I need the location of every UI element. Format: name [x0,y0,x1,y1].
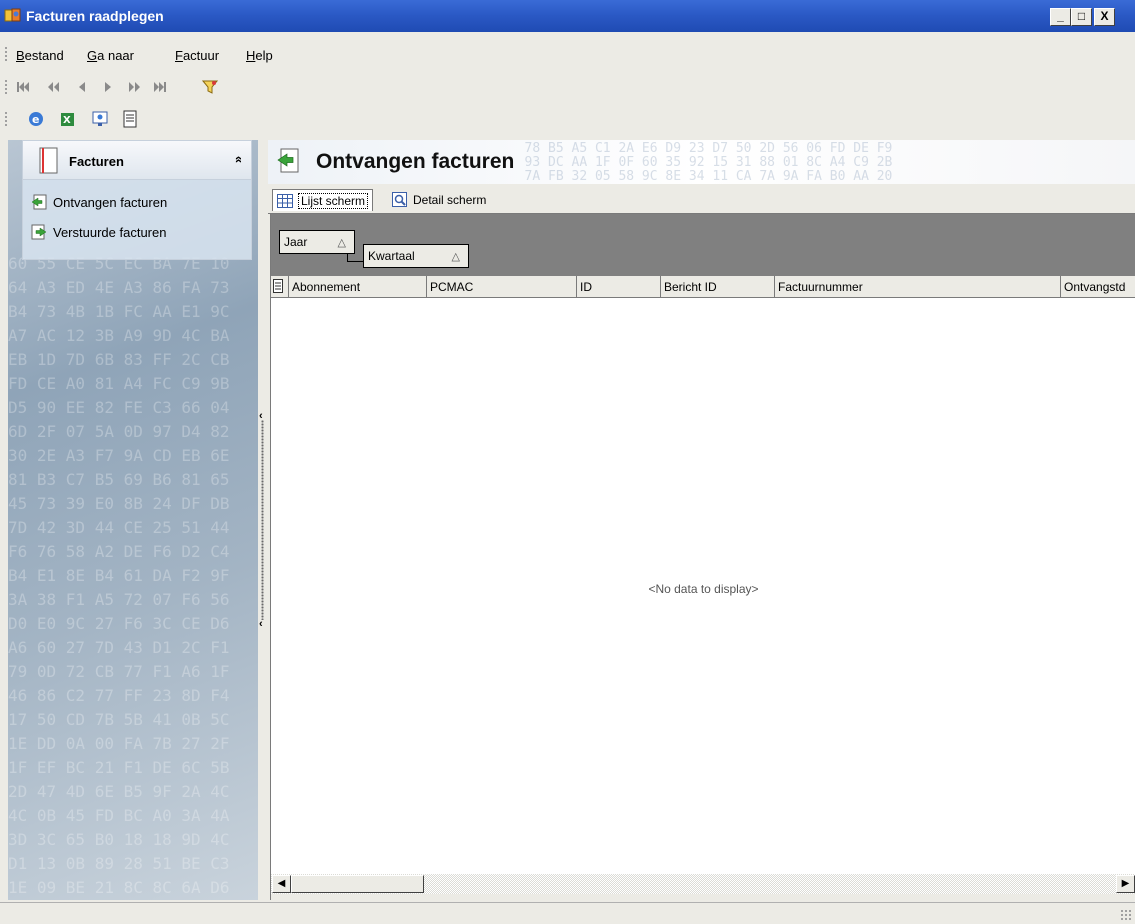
column-header-id[interactable]: ID [577,276,661,298]
sidebar-header[interactable]: Facturen » [22,140,252,180]
menu-factuur[interactable]: Factuur [175,48,219,63]
outgoing-invoice-icon [31,224,47,240]
sidebar: 60 55 CE 5C EC BA 7E 10 64 A3 ED 4E A3 8… [8,140,258,900]
actions-toolbar-grip[interactable] [4,111,8,127]
svg-text:X: X [63,115,71,126]
invoice-grid: Jaar △ Kwartaal △ Abonnement PCMAC ID Be… [270,214,1135,900]
column-header-pcmac[interactable]: PCMAC [427,276,577,298]
sort-ascending-icon[interactable]: △ [452,250,460,263]
scroll-left-icon[interactable]: ◀ [272,875,291,893]
incoming-invoice-icon [276,148,300,174]
first-record-icon[interactable] [14,77,34,97]
group-by-panel: Jaar △ Kwartaal △ [271,214,1135,276]
book-icon [37,147,59,175]
group-connector [347,254,363,262]
detail-view-icon [392,192,408,208]
column-chooser-icon[interactable] [271,276,289,298]
next-record-icon[interactable] [98,77,118,97]
status-bar [0,902,1135,924]
menu-help-rest: elp [255,48,272,63]
sidebar-panel: Ontvangen facturen Verstuurde facturen [22,180,252,260]
internet-explorer-icon[interactable]: e [26,109,46,129]
collapse-chevron-icon[interactable]: » [230,156,245,163]
horizontal-scrollbar[interactable]: ◀ ▶ [271,874,1135,894]
splitter-grip[interactable] [261,420,264,620]
sidebar-splitter[interactable]: ‹ ‹ [258,140,268,900]
view-tabs: Lijst scherm Detail scherm [268,184,1135,214]
column-header-abonnement[interactable]: Abonnement [289,276,427,298]
sidebar-item-label: Verstuurde facturen [53,225,166,240]
collapse-left-arrow-icon-2[interactable]: ‹ [259,618,263,630]
menu-factuur-rest: actuur [183,48,219,63]
scrollbar-thumb[interactable] [291,875,424,893]
maximize-button[interactable]: □ [1071,8,1092,26]
column-header-row: Abonnement PCMAC ID Bericht ID Factuurnu… [271,276,1135,298]
group-by-label: Kwartaal [368,249,415,263]
column-header-ontvangstdatum[interactable]: Ontvangstd [1061,276,1135,298]
menu-grip[interactable] [4,46,8,62]
menu-help[interactable]: Help [246,48,273,63]
resize-grip[interactable] [1120,909,1132,921]
previous-page-icon[interactable] [44,77,64,97]
document-icon[interactable] [120,109,140,129]
scroll-right-icon[interactable]: ▶ [1116,875,1135,893]
tab-label: Detail scherm [413,193,486,207]
group-by-jaar[interactable]: Jaar △ [279,230,355,254]
group-by-kwartaal[interactable]: Kwartaal △ [363,244,469,268]
column-header-bericht-id[interactable]: Bericht ID [661,276,775,298]
sidebar-item-label: Ontvangen facturen [53,195,167,210]
tab-label: Lijst scherm [298,193,368,209]
toolbar-grip[interactable] [4,79,8,95]
last-record-icon[interactable] [150,77,170,97]
menu-ga-naar[interactable]: Ga naar [87,48,134,63]
menu-bestand[interactable]: Bestand [16,48,64,63]
sidebar-item-verstuurde-facturen[interactable]: Verstuurde facturen [31,224,166,240]
tab-detail-scherm[interactable]: Detail scherm [388,189,490,211]
grid-data-area[interactable]: <No data to display> [271,298,1135,874]
filter-icon[interactable] [200,77,220,97]
grid-icon [277,194,293,208]
incoming-invoice-icon [31,194,47,210]
empty-state-message: <No data to display> [271,582,1135,596]
tab-lijst-scherm[interactable]: Lijst scherm [272,189,373,211]
app-icon [4,7,22,25]
menu-bar: Bestand Ga naar Factuur Help [0,32,1135,72]
svg-text:e: e [32,113,39,126]
page-title: Ontvangen facturen [316,150,514,174]
minimize-button[interactable]: _ [1050,8,1071,26]
actions-toolbar: e X [0,104,150,134]
column-header-factuurnummer[interactable]: Factuurnummer [775,276,1061,298]
navigation-toolbar [0,72,240,102]
presentation-icon[interactable] [90,109,110,129]
next-page-icon[interactable] [124,77,144,97]
group-by-label: Jaar [284,235,307,249]
window-title: Facturen raadplegen [26,8,164,24]
page-header: 78 B5 A5 C1 2A E6 D9 23 D7 50 2D 56 06 F… [268,140,1135,184]
previous-record-icon[interactable] [72,77,92,97]
sidebar-item-ontvangen-facturen[interactable]: Ontvangen facturen [31,194,167,210]
menu-bestand-rest: estand [25,48,64,63]
close-button[interactable]: X [1094,8,1115,26]
sidebar-header-title: Facturen [69,154,124,169]
excel-export-icon[interactable]: X [58,109,78,129]
menu-ga-naar-rest: a naar [97,48,134,63]
sort-ascending-icon[interactable]: △ [338,236,346,249]
window-titlebar: Facturen raadplegen _ □ X [0,0,1135,32]
